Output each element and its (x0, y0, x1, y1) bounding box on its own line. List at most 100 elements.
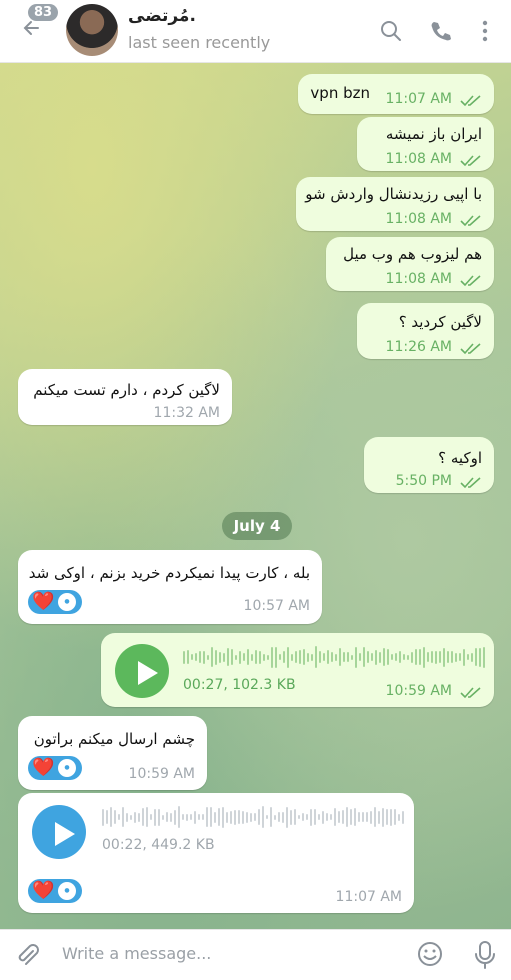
waveform-bar (146, 807, 148, 827)
message-text: اوکیه ؟ (438, 449, 482, 467)
waveform-bar (262, 806, 264, 828)
message-text: بله ، کارت پیدا نمیکردم خرید بزنم ، اوکی… (28, 564, 310, 582)
play-icon (138, 661, 158, 685)
waveform-bar (311, 653, 313, 661)
play-button[interactable] (32, 805, 86, 859)
waveform-bar (379, 651, 381, 663)
waveform-bar (338, 811, 340, 823)
microphone-icon[interactable] (472, 940, 498, 970)
waveform-bar (207, 654, 209, 660)
waveform-bar (334, 808, 336, 826)
play-button[interactable] (115, 644, 169, 698)
waveform-bar (255, 650, 257, 664)
waveform-bar (395, 653, 397, 661)
waveform-bar (327, 650, 329, 664)
message-outgoing[interactable]: vpn bzn 11:07 AM (298, 74, 494, 114)
contact-name[interactable]: مُرتضی. (128, 6, 196, 26)
message-outgoing[interactable]: لاگین کردید ؟ 11:26 AM (357, 303, 494, 359)
message-time: 11:08 AM (385, 151, 452, 167)
message-text: هم لیزوب هم وب میل (343, 245, 482, 263)
waveform-bar (299, 650, 301, 664)
chat-area[interactable]: vpn bzn 11:07 AM ایران باز نمیشه 11:08 A… (0, 63, 511, 929)
waveform-bar (138, 812, 140, 822)
voice-message-incoming[interactable]: 00:22, 449.2 KB ❤️ ● 11:07 AM (18, 793, 414, 913)
message-outgoing[interactable]: با اپیی رزیدنشال واردش شو 11:08 AM (296, 177, 494, 231)
waveform-bar (427, 652, 429, 662)
message-incoming[interactable]: بله ، کارت پیدا نمیکردم خرید بزنم ، اوکی… (18, 550, 322, 624)
search-icon[interactable] (378, 18, 404, 44)
waveform-bar (350, 809, 352, 825)
waveform-bar (362, 812, 364, 822)
waveform-bar (303, 649, 305, 665)
message-text: vpn bzn (310, 84, 370, 102)
message-time: 11:08 AM (385, 271, 452, 287)
waveform-bar (206, 807, 208, 827)
message-outgoing[interactable]: هم لیزوب هم وب میل 11:08 AM (326, 237, 494, 291)
heart-icon: ❤️ (32, 591, 55, 612)
message-outgoing[interactable]: اوکیه ؟ 5:50 PM (364, 437, 494, 493)
waveform-bar (326, 813, 328, 821)
waveform-bar (247, 649, 249, 665)
voice-message-outgoing[interactable]: 00:27, 102.3 KB 10:59 AM (101, 633, 494, 707)
message-incoming[interactable]: چشم ارسال میکنم براتون ❤️ ● 10:59 AM (18, 716, 207, 790)
waveform-bar (214, 811, 216, 823)
message-text: با اپیی رزیدنشال واردش شو (305, 185, 482, 203)
waveform-bar (314, 809, 316, 825)
waveform-bar (126, 812, 128, 822)
waveform-bar (219, 651, 221, 663)
reaction-chip[interactable]: ❤️ ● (28, 879, 82, 903)
check-double-icon (460, 215, 481, 227)
message-time: 5:50 PM (395, 473, 452, 489)
waveform-bar (471, 652, 473, 662)
waveform-bar (230, 810, 232, 824)
waveform-bar (403, 654, 405, 660)
unread-badge: 83 (28, 4, 59, 21)
waveform-bar (367, 651, 369, 663)
waveform-bar (295, 651, 297, 663)
composer: Write a message... (0, 929, 511, 980)
waveform-bar (451, 651, 453, 663)
waveform-bar (354, 808, 356, 826)
waveform-bar (287, 646, 289, 668)
message-text: ایران باز نمیشه (385, 125, 482, 143)
voice-waveform[interactable] (102, 805, 404, 829)
waveform-bar (243, 653, 245, 661)
waveform-bar (263, 653, 265, 661)
message-input[interactable]: Write a message... (62, 944, 211, 963)
waveform-bar (399, 651, 401, 663)
waveform-bar (122, 807, 124, 827)
waveform-bar (286, 806, 288, 828)
more-vertical-icon[interactable] (472, 18, 498, 44)
waveform-bar (475, 648, 477, 666)
waveform-bar (102, 808, 104, 826)
reaction-chip[interactable]: ❤️ ● (28, 756, 82, 780)
waveform-bar (282, 811, 284, 823)
waveform-bar (182, 814, 184, 820)
waveform-bar (483, 646, 485, 668)
waveform-bar (274, 814, 276, 820)
waveform-bar (343, 652, 345, 662)
waveform-bar (291, 653, 293, 661)
waveform-bar (415, 649, 417, 665)
waveform-bar (339, 648, 341, 666)
waveform-bar (242, 810, 244, 824)
chat-header: 83 مُرتضی. last seen recently (0, 0, 511, 63)
voice-waveform[interactable] (183, 645, 485, 669)
reaction-chip[interactable]: ❤️ ● (28, 590, 82, 614)
waveform-bar (467, 654, 469, 660)
voice-duration-size: 00:27, 102.3 KB (183, 677, 296, 693)
emoji-icon[interactable] (416, 940, 444, 968)
waveform-bar (402, 810, 404, 824)
message-outgoing[interactable]: ایران باز نمیشه 11:08 AM (357, 117, 494, 171)
avatar[interactable] (66, 4, 118, 56)
check-double-icon (460, 275, 481, 287)
waveform-bar (358, 812, 360, 822)
phone-icon[interactable] (428, 18, 454, 44)
waveform-bar (150, 814, 152, 820)
waveform-bar (411, 651, 413, 663)
paperclip-icon[interactable] (14, 942, 42, 970)
waveform-bar (387, 649, 389, 665)
waveform-bar (106, 810, 108, 824)
waveform-bar (162, 814, 164, 820)
message-incoming[interactable]: لاگین کردم ، دارم تست میکنم 11:32 AM (18, 369, 232, 425)
